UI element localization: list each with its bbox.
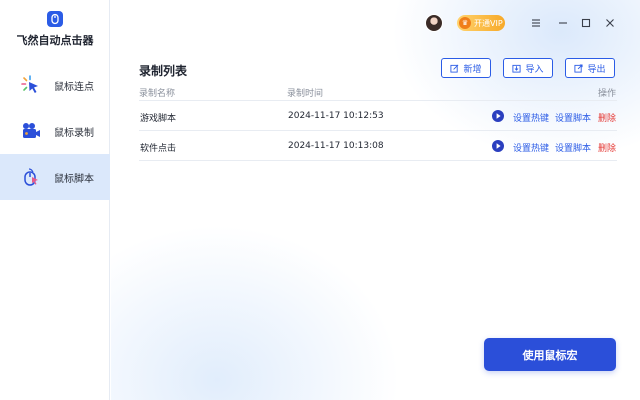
sidebar-item-label: 鼠标脚本	[54, 174, 94, 185]
export-button-label: 导出	[587, 64, 606, 75]
close-icon[interactable]	[604, 17, 616, 29]
sidebar-item-label: 鼠标连点	[54, 82, 94, 93]
new-button[interactable]: 新增	[441, 58, 491, 78]
set-hotkey-link[interactable]: 设置热键	[513, 111, 549, 124]
column-header-time: 录制时间	[287, 89, 324, 99]
menu-icon[interactable]	[530, 17, 542, 29]
row-time: 2024-11-17 10:12:53	[288, 111, 384, 121]
import-button[interactable]: 导入	[503, 58, 553, 78]
new-button-label: 新增	[463, 64, 482, 75]
export-button[interactable]: 导出	[565, 58, 615, 78]
vip-label: 开通VIP	[474, 18, 503, 28]
sidebar-item-label: 鼠标录制	[54, 128, 94, 139]
delete-link[interactable]: 删除	[598, 111, 616, 124]
sidebar: 飞然自动点击器 鼠标连点 鼠标录制 鼠标脚本	[0, 0, 110, 400]
set-script-link[interactable]: 设置脚本	[555, 111, 591, 124]
minimize-icon[interactable]	[557, 17, 569, 29]
sidebar-item-mouse-click[interactable]: 鼠标连点	[0, 62, 110, 108]
vip-button[interactable]: ♛ 开通VIP	[457, 15, 505, 31]
video-camera-icon	[20, 121, 42, 141]
app-logo: 飞然自动点击器	[0, 0, 110, 60]
mouse-icon	[20, 167, 42, 187]
app-logo-icon	[47, 11, 63, 27]
row-time: 2024-11-17 10:13:08	[288, 141, 384, 151]
table-row: 游戏脚本 2024-11-17 10:12:53 设置热键 设置脚本 删除	[139, 101, 617, 131]
click-icon	[20, 75, 42, 95]
crown-icon: ♛	[459, 17, 471, 29]
section-title: 录制列表	[139, 64, 188, 78]
import-button-label: 导入	[525, 64, 544, 75]
play-icon[interactable]	[492, 140, 504, 152]
set-hotkey-link[interactable]: 设置热键	[513, 141, 549, 154]
main-panel: ♛ 开通VIP 录制列表 新增 导入 导出 录制名称 录制时间 操作 游戏脚本 …	[111, 0, 640, 400]
play-icon[interactable]	[492, 110, 504, 122]
sidebar-item-mouse-record[interactable]: 鼠标录制	[0, 108, 110, 154]
table-row: 软件点击 2024-11-17 10:13:08 设置热键 设置脚本 删除	[139, 131, 617, 161]
column-header-name: 录制名称	[139, 89, 176, 99]
avatar[interactable]	[425, 14, 443, 32]
row-name: 游戏脚本	[140, 114, 177, 124]
delete-link[interactable]: 删除	[598, 141, 616, 154]
app-title: 飞然自动点击器	[16, 34, 94, 47]
edit-icon	[450, 64, 459, 73]
import-icon	[512, 64, 522, 73]
export-icon	[574, 63, 584, 73]
set-script-link[interactable]: 设置脚本	[555, 141, 591, 154]
maximize-icon[interactable]	[580, 17, 592, 29]
sidebar-item-mouse-script[interactable]: 鼠标脚本	[0, 154, 110, 200]
row-name: 软件点击	[140, 144, 177, 154]
use-mouse-macro-button[interactable]: 使用鼠标宏	[484, 338, 616, 371]
column-header-actions: 操作	[598, 89, 617, 99]
